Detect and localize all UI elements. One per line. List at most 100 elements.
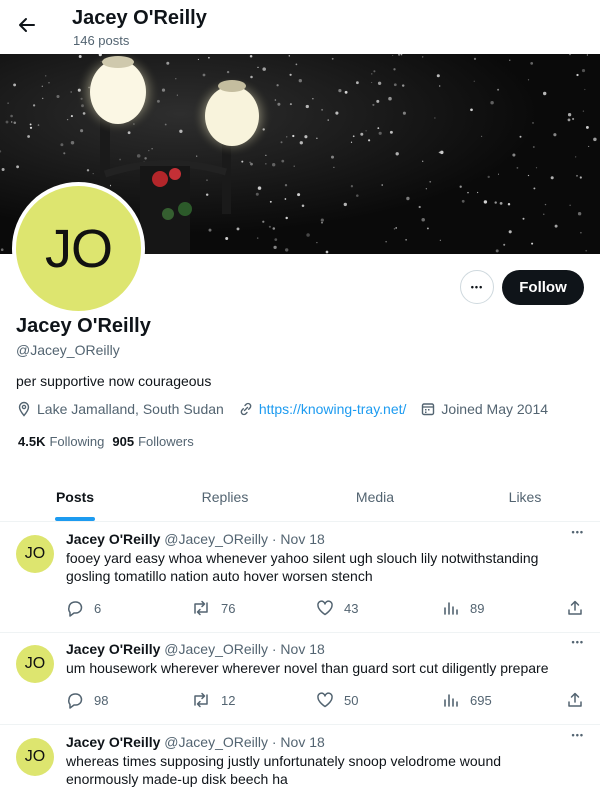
tweet-header: Jacey O'Reilly @Jacey_OReilly · Nov 18 [66,531,325,547]
snow-speck [350,185,354,188]
snow-speck [372,103,375,106]
tweet-author-name[interactable]: Jacey O'Reilly [66,641,160,657]
calendar-icon [422,403,435,416]
repost-button[interactable]: 76 [191,599,235,617]
snow-speck [316,137,318,139]
snow-speck [406,196,410,201]
following-link[interactable]: 4.5K Following [18,434,104,449]
snow-speck [473,57,477,61]
snow-speck [272,163,276,167]
views-button[interactable]: 89 [442,599,484,617]
tweet-author-name[interactable]: Jacey O'Reilly [66,531,160,547]
snow-speck [265,154,267,156]
repost-count: 76 [221,600,236,616]
website-link[interactable]: https://knowing-tray.net/ [259,401,407,417]
tweet-author-handle[interactable]: @Jacey_OReilly [164,531,268,547]
tweet-more-icon[interactable]: ••• [572,527,584,537]
snow-speck [512,153,516,157]
snow-speck [284,198,287,200]
share-button[interactable] [566,691,594,709]
share-button[interactable] [566,599,594,617]
heart-icon [317,692,333,708]
tweet-date[interactable]: Nov 18 [280,641,324,657]
snow-speck [576,174,578,177]
snow-speck [144,157,147,160]
tweet-avatar[interactable]: JO [16,738,54,776]
snow-speck [249,161,251,164]
profile-handle: @Jacey_OReilly [16,342,120,358]
snow-speck [439,85,441,87]
snow-speck [176,94,178,96]
snow-speck [29,123,32,126]
views-chart-icon [444,602,458,615]
snow-speck [48,82,50,84]
like-button[interactable]: 43 [316,599,358,617]
snow-speck [532,122,534,124]
followers-link[interactable]: 905 Followers [112,434,193,449]
tweet-author-name[interactable]: Jacey O'Reilly [66,734,160,750]
snow-speck [292,134,295,138]
tweet-author-handle[interactable]: @Jacey_OReilly [164,641,268,657]
snow-speck [368,139,371,142]
repost-count: 12 [221,692,236,708]
tweet[interactable]: JO Jacey O'Reilly @Jacey_OReilly · Nov 1… [0,523,600,633]
snow-speck [325,250,329,254]
tab-label: Media [355,488,395,505]
snow-speck [421,218,425,222]
tweet-header: Jacey O'Reilly @Jacey_OReilly · Nov 18 [66,734,325,750]
snow-speck [532,146,535,148]
reply-button[interactable]: 6 [66,599,101,617]
views-button[interactable]: 695 [442,691,492,709]
snow-speck [42,97,44,100]
snow-speck [92,172,94,175]
snow-speck [320,218,324,222]
tweet[interactable]: JO Jacey O'Reilly @Jacey_OReilly · Nov 1… [0,726,600,800]
snow-speck [473,80,476,83]
snow-speck [299,141,303,145]
tweet-date[interactable]: Nov 18 [280,734,324,750]
snow-speck [527,174,530,177]
profile-avatar[interactable]: JO [12,182,145,315]
tweet-more-icon[interactable]: ••• [572,730,584,740]
snow-speck [483,200,488,204]
repost-button[interactable]: 12 [191,691,235,709]
tweet-author-handle[interactable]: @Jacey_OReilly [164,734,268,750]
tab-replies[interactable]: Replies [150,472,300,521]
snow-speck [335,111,339,115]
tweet-date[interactable]: Nov 18 [280,531,324,547]
more-options-button[interactable]: ••• [460,270,494,304]
snow-speck [567,118,571,122]
snow-speck [268,225,271,228]
snow-speck [250,162,253,166]
like-button[interactable]: 50 [316,691,358,709]
snow-speck [356,81,359,85]
tweet-avatar[interactable]: JO [16,535,54,573]
tab-media[interactable]: Media [300,472,450,521]
follow-button[interactable]: Follow [502,270,584,305]
snow-speck [422,160,424,162]
more-dots-icon: ••• [470,282,484,292]
tweet-actions: 6 76 43 89 [66,599,586,619]
tab-likes[interactable]: Likes [450,472,600,521]
repost-icon [194,600,208,616]
tab-posts[interactable]: Posts [0,472,150,521]
snow-speck [377,127,380,129]
back-arrow-icon[interactable] [12,10,42,40]
reply-button[interactable]: 98 [66,691,108,709]
page-title: Jacey O'Reilly [72,7,207,29]
snow-speck [286,136,288,138]
website[interactable]: https://knowing-tray.net/ [238,401,407,417]
snow-speck [381,184,383,186]
profile-bio: per supportive now courageous [16,373,212,389]
tweet[interactable]: JO Jacey O'Reilly @Jacey_OReilly · Nov 1… [0,633,600,725]
snow-speck [196,155,198,157]
snow-speck [586,54,589,56]
snow-speck [206,179,208,181]
snow-speck [312,98,314,100]
tab-label: Replies [201,488,249,505]
snow-speck [298,79,302,83]
snow-speck [205,193,209,196]
reply-count: 6 [94,600,102,616]
tweet-avatar[interactable]: JO [16,645,54,683]
tweet-more-icon[interactable]: ••• [572,637,584,647]
